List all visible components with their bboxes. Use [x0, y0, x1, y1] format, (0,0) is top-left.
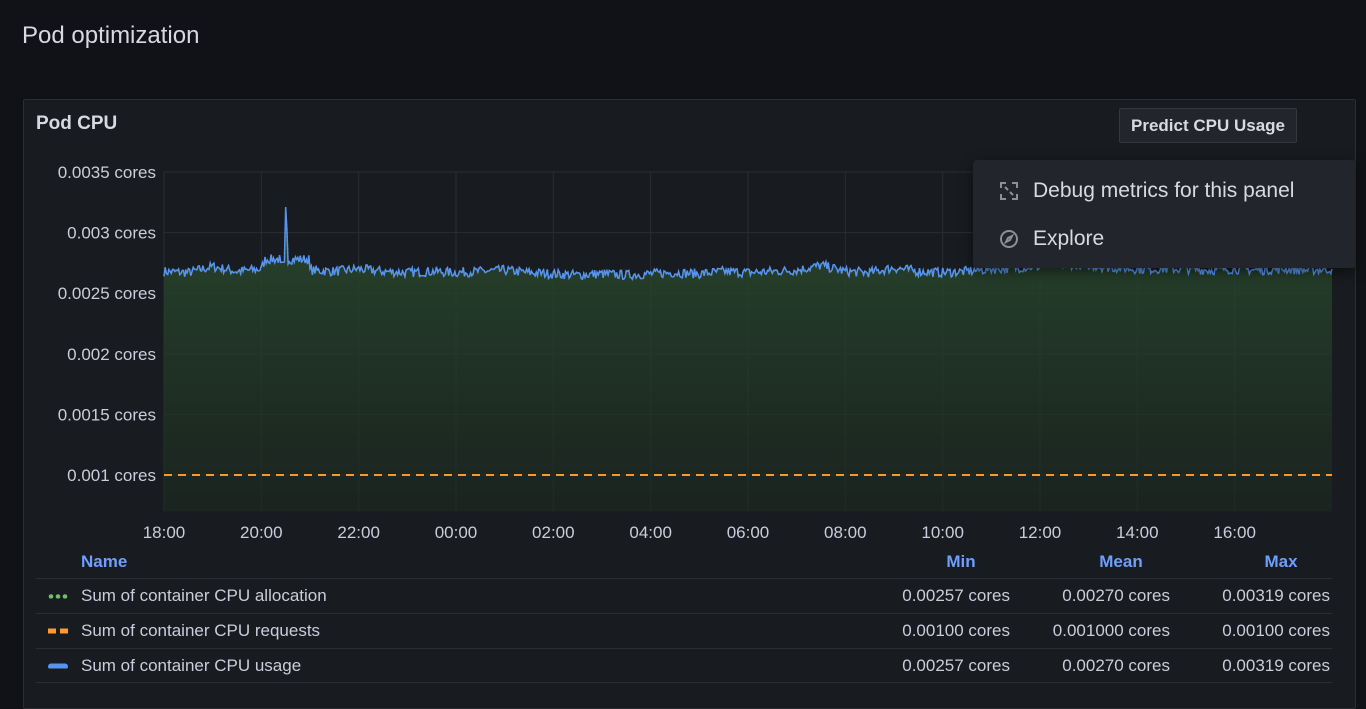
x-tick-label: 12:00 [1019, 523, 1062, 540]
legend-row[interactable]: Sum of container CPU allocation 0.00257 … [36, 578, 1332, 613]
compass-icon [1000, 230, 1018, 248]
x-tick-label: 08:00 [824, 523, 867, 540]
x-tick-label: 14:00 [1116, 523, 1159, 540]
header-min[interactable]: Min [852, 552, 1012, 572]
x-tick-label: 22:00 [337, 523, 380, 540]
dotted-swatch-icon [48, 594, 68, 599]
x-tick-label: 02:00 [532, 523, 575, 540]
y-tick-label: 0.0015 cores [58, 405, 156, 424]
legend-row[interactable]: Sum of container CPU usage 0.00257 cores… [36, 648, 1332, 683]
solid-swatch-icon [48, 663, 68, 668]
header-mean[interactable]: Mean [1012, 552, 1172, 572]
menu-item-explore[interactable]: Explore [973, 215, 1356, 263]
x-tick-label: 18:00 [143, 523, 186, 540]
y-tick-label: 0.003 cores [67, 224, 156, 243]
menu-item-debug-metrics[interactable]: Debug metrics for this panel [973, 167, 1356, 215]
page-title: Pod optimization [22, 22, 200, 49]
legend-min: 0.00257 cores [902, 586, 1010, 605]
legend-row[interactable]: Sum of container CPU requests 0.00100 co… [36, 613, 1332, 648]
debug-icon [1000, 182, 1018, 200]
legend-max: 0.00100 cores [1222, 621, 1330, 640]
legend-name: Sum of container CPU usage [81, 655, 302, 675]
legend-mean: 0.00270 cores [1062, 655, 1170, 675]
y-tick-label: 0.0035 cores [58, 163, 156, 182]
x-tick-label: 16:00 [1213, 523, 1256, 540]
x-tick-label: 04:00 [629, 523, 672, 540]
x-tick-label: 00:00 [435, 523, 478, 540]
x-tick-label: 10:00 [921, 523, 964, 540]
y-tick-label: 0.001 cores [67, 466, 156, 485]
legend-min: 0.00257 cores [902, 655, 1010, 675]
legend-name: Sum of container CPU requests [81, 621, 321, 640]
y-tick-label: 0.002 cores [67, 345, 156, 364]
legend-mean: 0.001000 cores [1052, 621, 1170, 640]
y-tick-label: 0.0025 cores [58, 284, 156, 303]
panel-context-menu: Debug metrics for this panel Explore [973, 160, 1356, 268]
legend-min: 0.00100 cores [902, 621, 1010, 640]
legend-max: 0.00319 cores [1222, 655, 1330, 675]
header-name[interactable]: Name [36, 552, 852, 572]
legend-mean: 0.00270 cores [1062, 586, 1170, 605]
header-max[interactable]: Max [1172, 552, 1332, 572]
x-tick-label: 20:00 [240, 523, 283, 540]
dashed-swatch-icon [48, 628, 68, 634]
legend-table: Name Min Mean Max Sum of container CPU a… [36, 546, 1332, 683]
legend-name: Sum of container CPU allocation [81, 586, 327, 605]
x-tick-label: 06:00 [727, 523, 770, 540]
legend-header: Name Min Mean Max [36, 546, 1332, 578]
legend-max: 0.00319 cores [1222, 586, 1330, 605]
